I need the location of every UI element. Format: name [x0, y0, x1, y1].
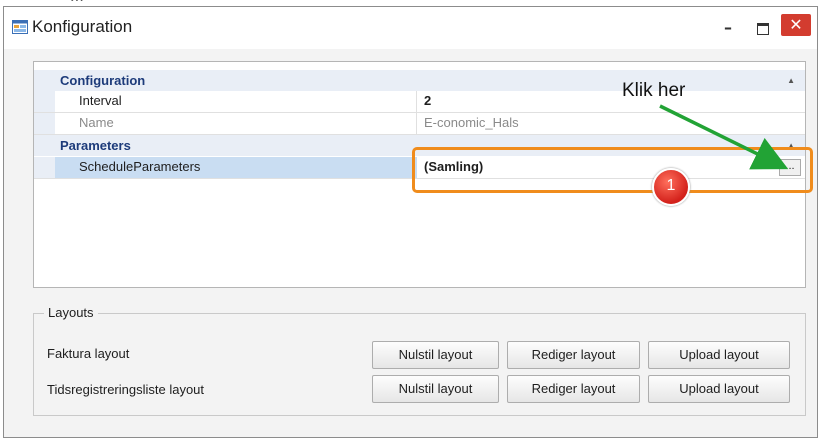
- faktura-reset-button[interactable]: Nulstil layout: [372, 341, 499, 369]
- tidsregistrering-upload-button[interactable]: Upload layout: [648, 375, 790, 403]
- faktura-edit-button[interactable]: Rediger layout: [507, 341, 640, 369]
- groupbox-title: Layouts: [44, 305, 98, 320]
- step-number-badge: 1: [652, 168, 690, 206]
- faktura-upload-button[interactable]: Upload layout: [648, 341, 790, 369]
- tidsregistrering-edit-button[interactable]: Rediger layout: [507, 375, 640, 403]
- annotation-label: Klik her: [622, 80, 686, 101]
- tidsregistrering-reset-button[interactable]: Nulstil layout: [372, 375, 499, 403]
- tidsregistrering-layout-label: Tidsregistreringsliste layout: [47, 382, 205, 397]
- faktura-layout-label: Faktura layout: [47, 346, 130, 361]
